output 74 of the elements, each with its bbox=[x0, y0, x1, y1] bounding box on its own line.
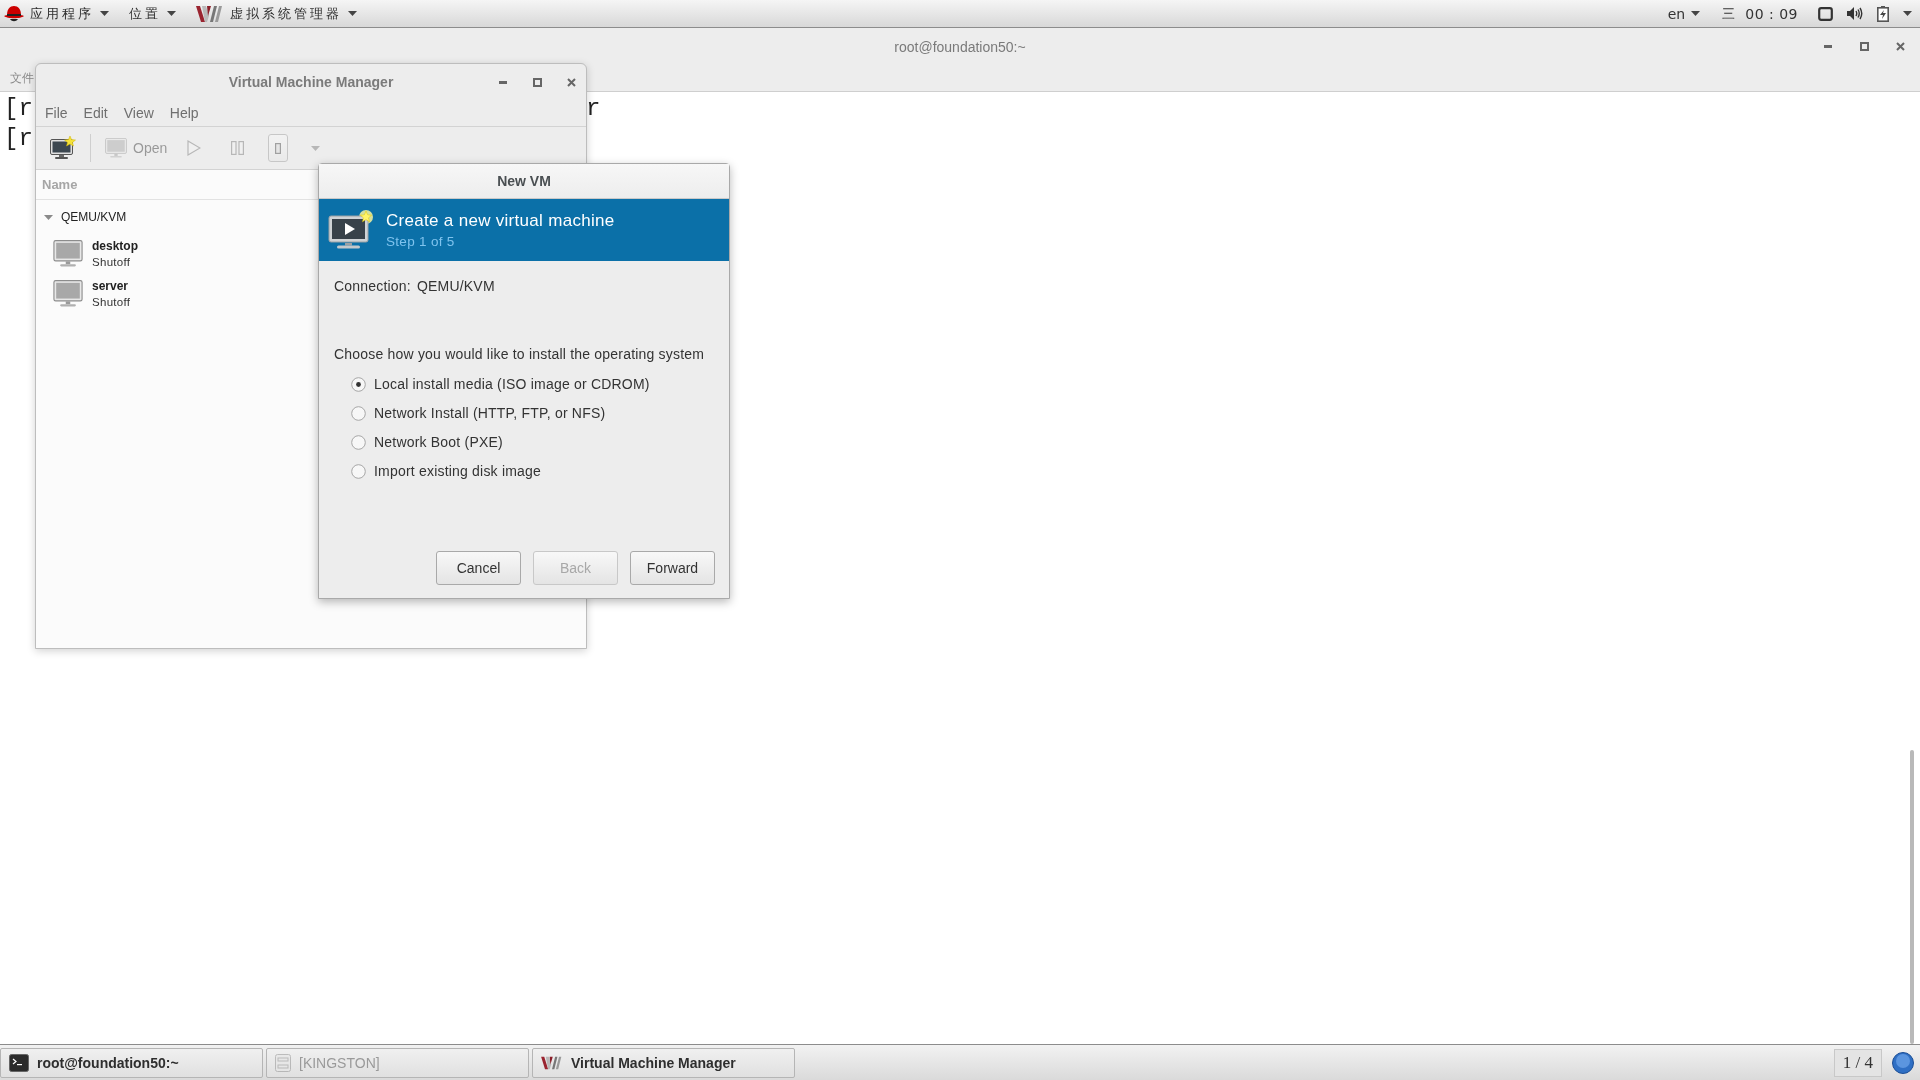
play-icon bbox=[187, 140, 202, 156]
caret-icon bbox=[1691, 11, 1701, 16]
menu-item[interactable]: File bbox=[37, 105, 76, 121]
radio-button[interactable] bbox=[351, 463, 366, 479]
radio-button[interactable] bbox=[351, 434, 366, 450]
maximize-button[interactable] bbox=[531, 76, 543, 88]
dialog-title: New VM bbox=[497, 173, 551, 189]
monitor-icon bbox=[53, 239, 83, 267]
pause-icon bbox=[231, 141, 245, 155]
speaker-icon bbox=[1847, 7, 1863, 20]
minimize-icon bbox=[1824, 45, 1832, 48]
option-label[interactable]: Import existing disk image bbox=[374, 463, 542, 479]
connection-name[interactable]: QEMU/KVM bbox=[61, 210, 127, 224]
scrollbar-thumb[interactable] bbox=[1910, 750, 1914, 1044]
caret-icon bbox=[311, 145, 321, 151]
panel-menu[interactable]: 应用程序 bbox=[4, 0, 119, 27]
close-button[interactable] bbox=[1894, 40, 1906, 53]
vmm-logo-icon bbox=[196, 4, 224, 23]
power-switch-icon bbox=[275, 142, 282, 154]
vm-name[interactable]: server bbox=[92, 278, 131, 293]
connection-label: Connection: bbox=[334, 278, 411, 294]
expander-icon[interactable] bbox=[44, 212, 53, 222]
vm-status: Shutoff bbox=[92, 255, 132, 268]
language-menu[interactable]: en bbox=[1667, 5, 1701, 22]
window-title: Virtual Machine Manager bbox=[228, 74, 394, 90]
option-label[interactable]: Network Boot (PXE) bbox=[374, 434, 503, 450]
connection-value: QEMU/KVM bbox=[416, 278, 495, 294]
menu-item[interactable]: View bbox=[115, 105, 162, 121]
radio-button[interactable] bbox=[351, 405, 366, 421]
radio-button[interactable] bbox=[351, 376, 366, 392]
banner-title: Create a new virtual machine bbox=[386, 211, 615, 231]
caret-icon bbox=[348, 11, 357, 16]
monitor-icon bbox=[105, 138, 127, 158]
window-title: root@foundation50:~ bbox=[894, 38, 1026, 55]
terminal-text: [r bbox=[4, 94, 33, 124]
caret-icon bbox=[100, 11, 109, 16]
caret-icon bbox=[167, 11, 176, 16]
maximize-icon bbox=[532, 77, 542, 87]
close-icon bbox=[566, 77, 576, 87]
window-icon bbox=[1818, 6, 1833, 21]
step-label: Step 1 of 5 bbox=[386, 234, 456, 249]
battery-icon bbox=[1877, 5, 1889, 22]
option-label[interactable]: Local install media (ISO image or CDROM) bbox=[374, 376, 650, 392]
minimize-icon bbox=[499, 80, 507, 84]
terminal-icon bbox=[9, 1053, 29, 1072]
vmm-logo-icon bbox=[541, 1055, 563, 1070]
close-icon bbox=[1895, 42, 1905, 51]
terminal-text: r bbox=[586, 94, 601, 124]
drive-icon bbox=[275, 1053, 291, 1072]
weekday-label: 三 bbox=[1722, 4, 1736, 23]
menu-item[interactable]: Help bbox=[161, 105, 207, 121]
monitor-icon bbox=[53, 279, 83, 307]
monitor-star-icon bbox=[50, 136, 76, 160]
panel-menu[interactable]: 虚拟系统管理器 bbox=[186, 0, 367, 27]
vm-status: Shutoff bbox=[92, 295, 131, 308]
taskbar-window-button[interactable]: root@foundation50:~ bbox=[0, 1047, 263, 1078]
maximize-button[interactable] bbox=[1858, 40, 1870, 53]
clock-label[interactable]: 00 : 09 bbox=[1745, 5, 1798, 22]
workspace-indicator[interactable]: 1 / 4 bbox=[1833, 1048, 1882, 1077]
dialog-button[interactable]: Cancel bbox=[436, 551, 521, 585]
install-prompt: Choose how you would like to install the operating system bbox=[334, 346, 706, 362]
hat-logo-icon bbox=[4, 4, 24, 23]
option-label[interactable]: Network Install (HTTP, FTP, or NFS) bbox=[374, 405, 606, 421]
maximize-icon bbox=[1859, 42, 1869, 51]
caret-icon bbox=[1903, 11, 1912, 16]
panel-menu[interactable]: 位置 bbox=[119, 0, 186, 27]
dialog-button[interactable]: Forward bbox=[630, 551, 715, 585]
taskbar-window-button[interactable]: Virtual Machine Manager bbox=[532, 1047, 795, 1078]
close-button[interactable] bbox=[565, 76, 577, 88]
vm-name[interactable]: desktop bbox=[92, 238, 138, 253]
monitor-play-icon bbox=[328, 210, 374, 250]
menu-item[interactable]: Edit bbox=[75, 105, 116, 121]
notification-icon[interactable] bbox=[1892, 1051, 1914, 1074]
terminal-text: [r bbox=[4, 124, 33, 154]
